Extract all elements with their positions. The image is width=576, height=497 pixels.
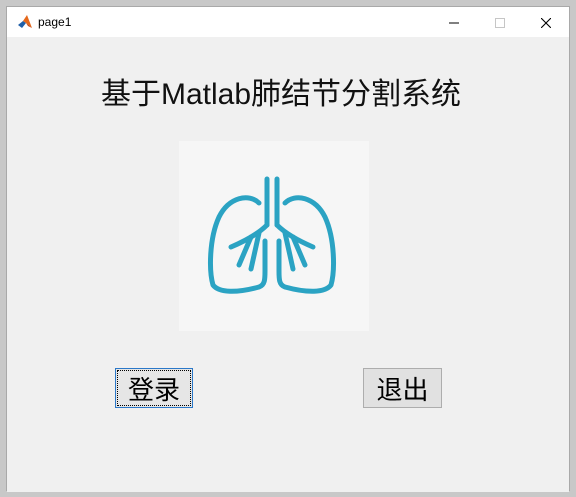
window-title: page1	[38, 15, 72, 29]
app-window: page1 基于Matlab肺结节分割系统 登录 退出	[6, 6, 570, 492]
main-content: 基于Matlab肺结节分割系统 登录 退出	[7, 37, 569, 492]
matlab-icon	[17, 14, 33, 30]
maximize-icon	[495, 13, 505, 32]
login-button[interactable]: 登录	[115, 368, 193, 408]
lungs-icon	[179, 176, 369, 335]
minimize-button[interactable]	[431, 7, 477, 37]
minimize-icon	[449, 13, 459, 32]
maximize-button[interactable]	[477, 7, 523, 37]
close-button[interactable]	[523, 7, 569, 37]
exit-button[interactable]: 退出	[363, 368, 442, 408]
close-icon	[540, 13, 552, 32]
title-bar[interactable]: page1	[7, 7, 569, 37]
lung-image	[179, 141, 369, 331]
page-title: 基于Matlab肺结节分割系统	[100, 78, 462, 111]
